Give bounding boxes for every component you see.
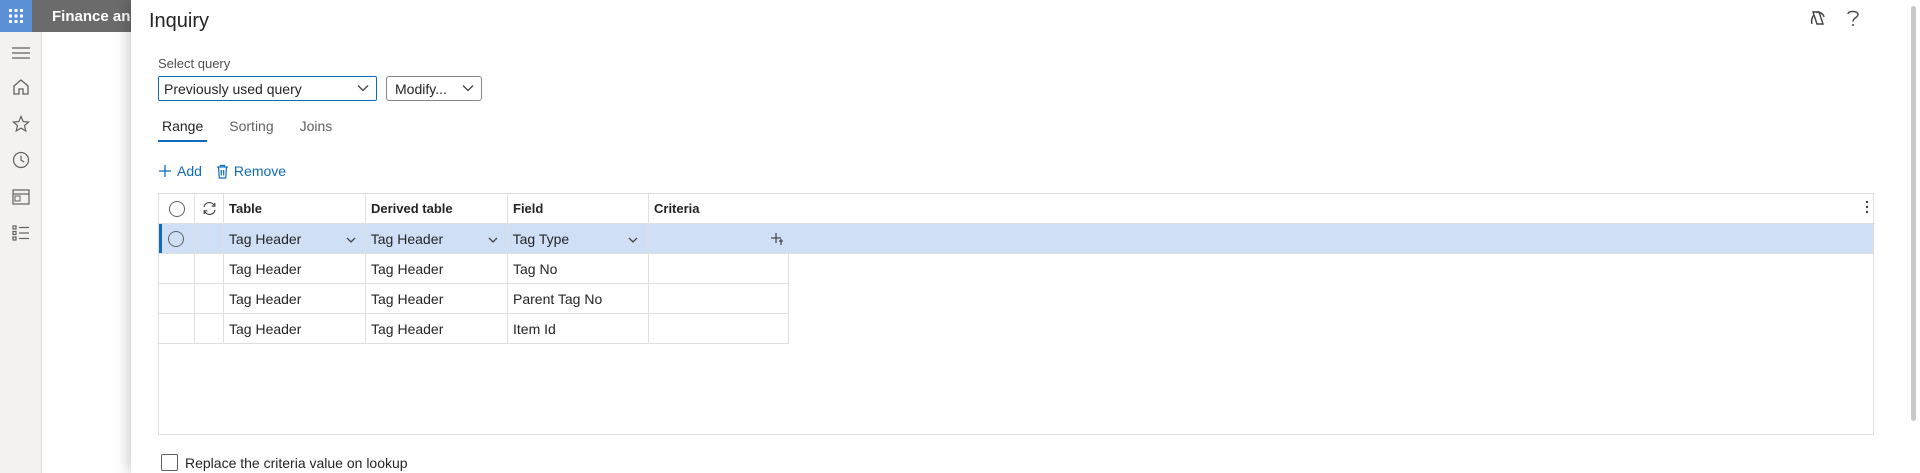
hamburger-menu-icon[interactable]	[10, 42, 32, 64]
nav-rail	[0, 32, 42, 473]
refresh-icon[interactable]	[202, 201, 217, 216]
cell-derived-table[interactable]: Tag Header	[365, 224, 508, 254]
grid-header-row: Table Derived table Field Criteria	[159, 194, 1875, 224]
query-tabs: Range Sorting Joins	[158, 116, 336, 142]
header-criteria-label: Criteria	[654, 201, 700, 216]
table-row[interactable]: Tag Header Tag Header Item Id	[159, 314, 789, 344]
tab-joins[interactable]: Joins	[296, 116, 337, 142]
cell-table[interactable]: Tag Header	[224, 254, 366, 284]
remove-label: Remove	[233, 163, 287, 179]
more-options-icon[interactable]	[1865, 200, 1869, 217]
grid-action-bar: Add Remove	[158, 163, 286, 179]
cell-derived-value[interactable]: Tag Header	[371, 231, 443, 247]
resize-cursor-icon	[770, 232, 784, 249]
app-title: Finance and	[52, 8, 140, 25]
row-spacer-cell	[195, 254, 224, 284]
row-select-radio[interactable]	[168, 230, 185, 247]
modify-button[interactable]: Modify...	[386, 76, 482, 101]
cell-field[interactable]: Parent Tag No	[508, 284, 649, 314]
trash-icon	[216, 164, 228, 179]
modify-label[interactable]: Modify...	[395, 81, 447, 97]
cell-table-value[interactable]: Tag Header	[229, 231, 301, 247]
star-icon[interactable]	[10, 113, 32, 135]
row-spacer-cell	[195, 314, 224, 344]
cell-table[interactable]: Tag Header	[223, 224, 366, 254]
refresh-cell[interactable]	[195, 194, 224, 224]
row-spacer-cell	[194, 224, 224, 254]
select-all-cell[interactable]	[159, 194, 195, 224]
range-grid: Table Derived table Field Criteria Tag H…	[158, 193, 1875, 435]
chevron-down-icon[interactable]	[487, 233, 499, 249]
cell-field[interactable]: Tag No	[508, 254, 649, 284]
copilot-icon[interactable]	[1808, 8, 1828, 31]
replace-criteria-label: Replace the criteria value on lookup	[185, 454, 408, 471]
replace-criteria-checkbox[interactable]	[161, 454, 178, 471]
header-criteria[interactable]: Criteria	[649, 194, 1875, 224]
row-select-cell[interactable]	[159, 224, 195, 254]
table-row[interactable]: Tag Header Tag Header Tag Type	[159, 224, 1874, 254]
chevron-down-icon[interactable]	[627, 233, 639, 249]
add-label: Add	[177, 163, 202, 179]
remove-button[interactable]: Remove	[216, 163, 286, 179]
select-query-combobox[interactable]: Previously used query	[158, 76, 377, 101]
select-query-label: Select query	[158, 56, 231, 71]
table-row[interactable]: Tag Header Tag Header Tag No	[159, 254, 789, 284]
cell-derived-table[interactable]: Tag Header	[366, 284, 508, 314]
cell-field[interactable]: Tag Type	[507, 224, 649, 254]
workspaces-icon[interactable]	[10, 186, 32, 208]
scrollbar-thumb[interactable]	[1911, 6, 1916, 421]
row-spacer-cell	[195, 284, 224, 314]
select-query-value[interactable]: Previously used query	[164, 81, 302, 97]
add-button[interactable]: Add	[158, 163, 202, 179]
cell-field[interactable]: Item Id	[508, 314, 649, 344]
row-select-cell[interactable]	[159, 314, 195, 344]
chevron-down-icon[interactable]	[356, 81, 370, 98]
tab-range[interactable]: Range	[158, 116, 208, 142]
dialog-top-icons	[1808, 8, 1860, 31]
cell-criteria[interactable]	[649, 254, 789, 284]
cell-table[interactable]: Tag Header	[224, 314, 366, 344]
cell-derived-table[interactable]: Tag Header	[366, 254, 508, 284]
cell-field-value[interactable]: Tag Type	[513, 231, 570, 247]
replace-criteria-option[interactable]: Replace the criteria value on lookup	[161, 454, 408, 471]
chevron-down-icon[interactable]	[461, 81, 475, 98]
plus-icon	[159, 165, 171, 177]
cell-table[interactable]: Tag Header	[224, 284, 366, 314]
cell-derived-table[interactable]: Tag Header	[366, 314, 508, 344]
home-icon[interactable]	[10, 76, 32, 98]
tab-sorting[interactable]: Sorting	[225, 116, 277, 142]
recent-clock-icon[interactable]	[10, 149, 32, 171]
cell-criteria[interactable]	[649, 314, 789, 344]
header-table[interactable]: Table	[224, 194, 366, 224]
header-derived-table[interactable]: Derived table	[366, 194, 508, 224]
inquiry-dialog: Inquiry Select query Previously used que…	[131, 0, 1920, 473]
dialog-scrollbar[interactable]	[1906, 0, 1920, 473]
table-row[interactable]: Tag Header Tag Header Parent Tag No	[159, 284, 789, 314]
row-select-cell[interactable]	[159, 284, 195, 314]
modules-list-icon[interactable]	[10, 222, 32, 244]
header-field[interactable]: Field	[508, 194, 649, 224]
row-select-cell[interactable]	[159, 254, 195, 284]
select-all-radio[interactable]	[168, 200, 185, 217]
help-icon[interactable]	[1846, 8, 1860, 31]
dialog-title: Inquiry	[149, 10, 210, 32]
app-launcher-icon[interactable]	[0, 0, 32, 32]
chevron-down-icon[interactable]	[345, 233, 357, 249]
cell-criteria[interactable]	[649, 284, 789, 314]
cell-criteria[interactable]	[648, 224, 1874, 254]
